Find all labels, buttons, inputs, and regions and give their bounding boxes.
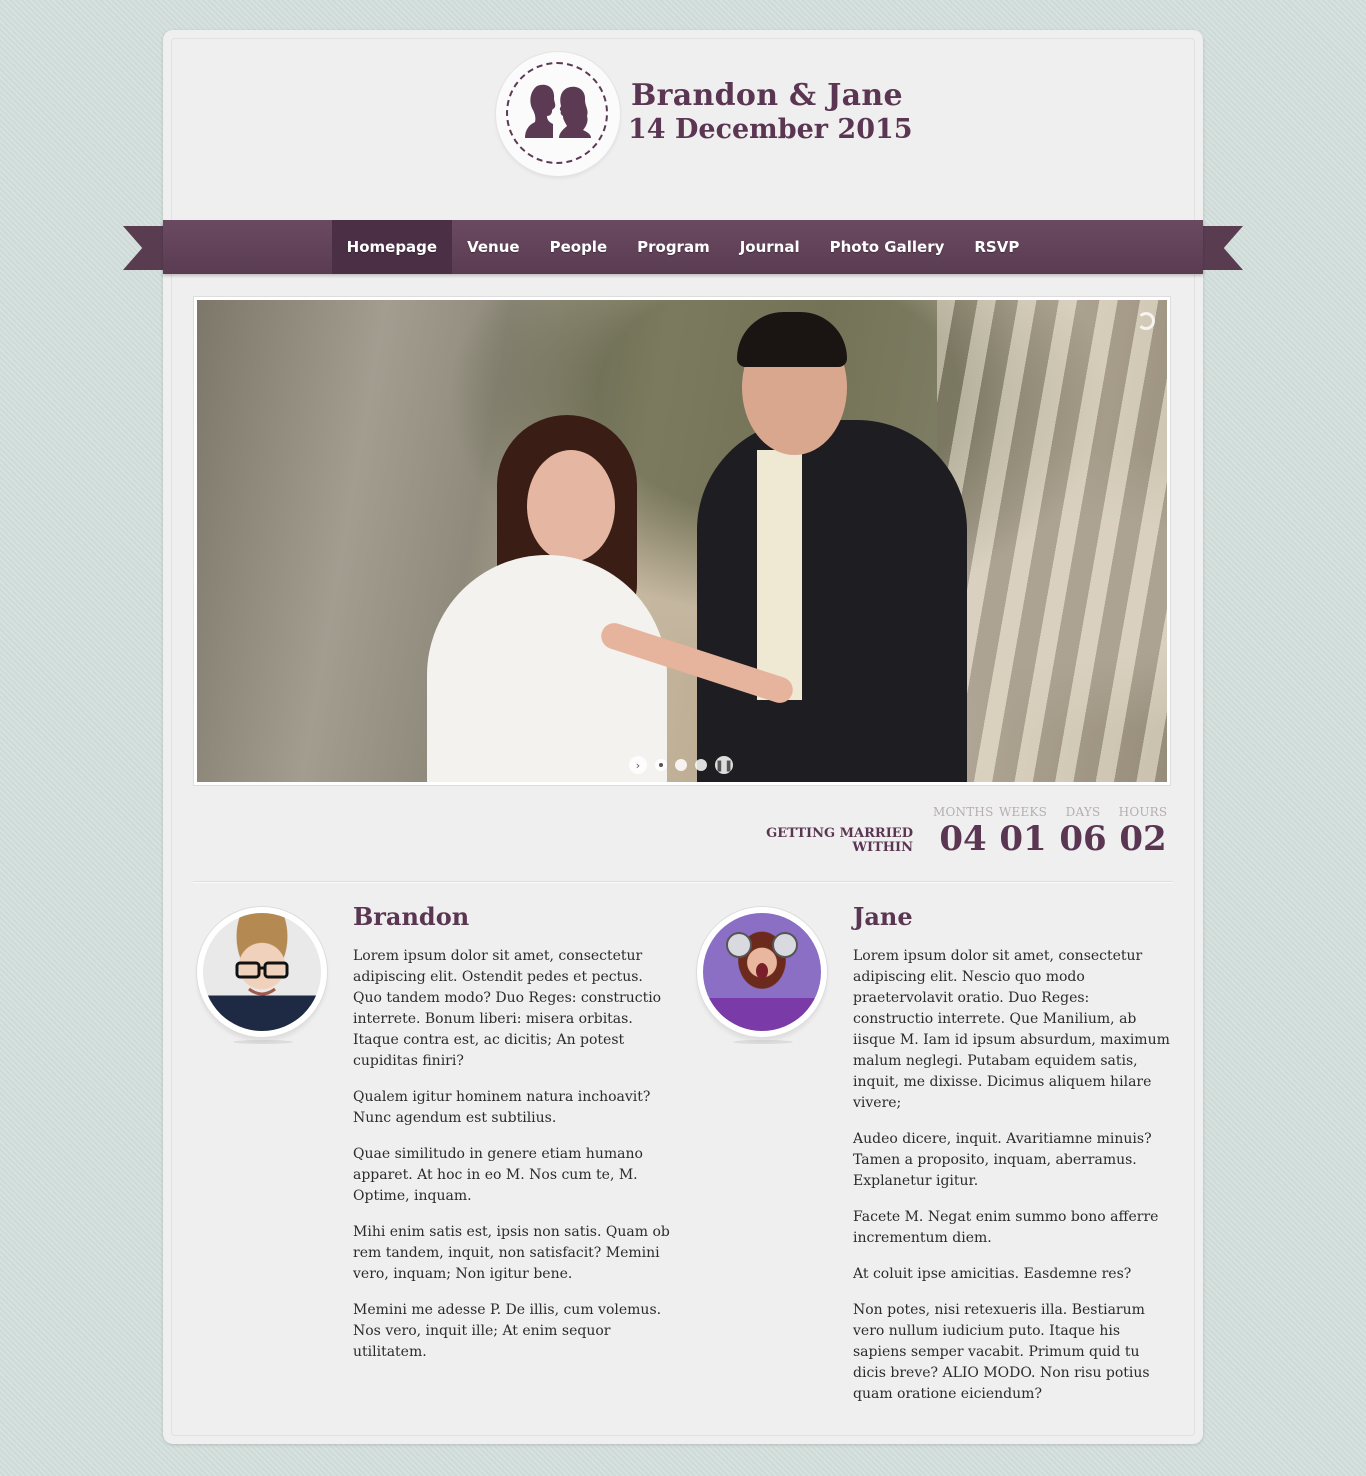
nav-item-journal[interactable]: Journal (725, 220, 815, 274)
nav-item-rsvp[interactable]: RSVP (959, 220, 1034, 274)
countdown-weeks: WEEKS 01 (998, 805, 1048, 859)
bio-paragraph: Quae similitudo in genere etiam humano a… (353, 1146, 643, 1204)
section-divider (193, 881, 1173, 883)
nav-item-program[interactable]: Program (622, 220, 725, 274)
countdown-timer: MONTHS 04 WEEKS 01 DAYS 06 HOURS 02 (933, 805, 1173, 857)
main-nav: Homepage Venue People Program Journal Ph… (163, 220, 1203, 274)
slider-dot-2[interactable] (675, 759, 687, 771)
page-container: Brandon & Jane 14 December 2015 Homepage… (123, 30, 1243, 1444)
nav-item-venue[interactable]: Venue (452, 220, 535, 274)
avatar-brandon (197, 907, 327, 1037)
pause-icon[interactable]: ❚❚ (715, 756, 733, 774)
countdown-months: MONTHS 04 (933, 805, 994, 859)
chevron-right-icon[interactable]: › (629, 756, 647, 774)
countdown-days: DAYS 06 (1059, 805, 1107, 859)
slider-dot-1[interactable] (655, 759, 667, 771)
bio-paragraph: Lorem ipsum dolor sit amet, consectetur … (853, 948, 1170, 1111)
profile-name-brandon: Brandon (353, 902, 470, 931)
bio-paragraph: At coluit ipse amicitias. Easdemne res? (853, 1266, 1132, 1282)
profile-bio-brandon: Lorem ipsum dolor sit amet, consectetur … (353, 946, 673, 1378)
slide-photo: › ❚❚ (197, 300, 1167, 782)
wedding-date: 14 December 2015 (628, 114, 913, 145)
bio-paragraph: Mihi enim satis est, ipsis non satis. Qu… (353, 1224, 670, 1282)
bio-paragraph: Lorem ipsum dolor sit amet, consectetur … (353, 948, 662, 1069)
bio-paragraph: Non potes, nisi retexueris illa. Bestiar… (853, 1302, 1150, 1402)
avatar-jane (697, 907, 827, 1037)
couple-silhouette-icon (525, 84, 591, 138)
slider-dot-3[interactable] (695, 759, 707, 771)
bio-paragraph: Qualem igitur hominem natura inchoavit? … (353, 1089, 651, 1126)
nav-item-people[interactable]: People (535, 220, 623, 274)
bio-paragraph: Facete M. Negat enim summo bono afferre … (853, 1209, 1159, 1246)
countdown-hours: HOURS 02 (1118, 805, 1168, 859)
profile-name-jane: Jane (853, 902, 913, 931)
hero-slider[interactable]: › ❚❚ (193, 296, 1171, 786)
bio-paragraph: Audeo dicere, inquit. Avaritiamne minuis… (853, 1131, 1152, 1189)
nav-item-homepage[interactable]: Homepage (331, 220, 453, 274)
profile-bio-jane: Lorem ipsum dolor sit amet, consectetur … (853, 946, 1173, 1420)
site-title: Brandon & Jane (631, 78, 903, 113)
slider-loading-icon (1137, 312, 1155, 330)
countdown-label: GETTING MARRIED WITHIN (766, 826, 913, 855)
slider-controls: › ❚❚ (629, 756, 733, 774)
logo-badge[interactable] (496, 52, 620, 176)
nav-item-photo-gallery[interactable]: Photo Gallery (815, 220, 960, 274)
bio-paragraph: Memini me adesse P. De illis, cum volemu… (353, 1302, 662, 1360)
